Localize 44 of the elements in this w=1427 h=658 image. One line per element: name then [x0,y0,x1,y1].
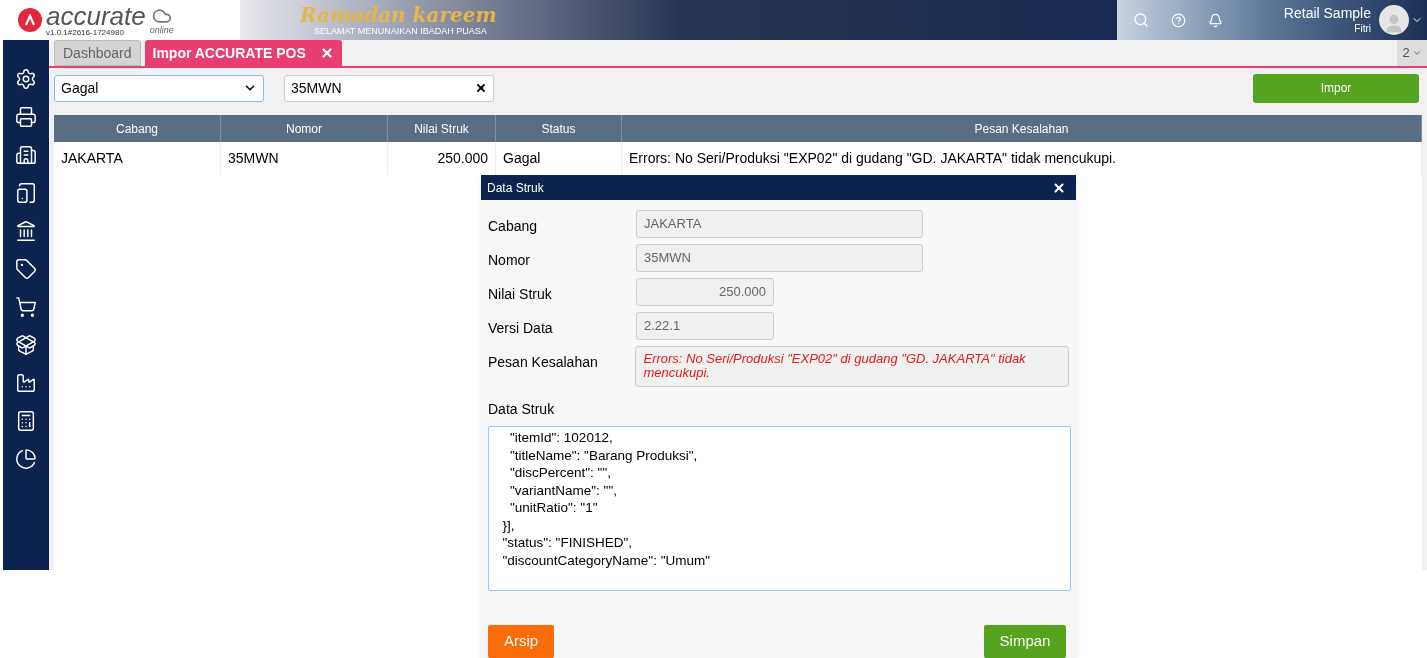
calculator-icon[interactable] [15,410,37,432]
field-label: Pesan Kesalahan [488,353,599,372]
data-textarea[interactable]: "itemId": 102012, "titleName": "Barang Produksi", "discPercent": "", "variantName": "", "unitRatio": "1" }], "status": "FINISHED", "discountCategoryName": "Umum" [488,426,1071,591]
banner-title: Ramadan kareem [300,4,497,25]
readonly-field[interactable]: 250.000 [636,278,774,306]
settings-icon[interactable] [15,68,37,90]
readonly-field[interactable]: 2.22.1 [636,312,774,340]
logo-text: accurate [46,3,146,29]
field-label: Nomor [488,251,531,270]
import-button[interactable]: Impor [1253,73,1419,103]
clear-icon[interactable] [475,82,487,94]
bank-icon[interactable] [15,220,37,242]
readonly-field[interactable]: 35MWN [636,244,923,272]
archive-button[interactable]: Arsip [488,625,554,658]
readonly-field[interactable]: Errors: No Seri/Produksi "EXP02" di gudang "GD. JAKARTA" tidak mencukupi. [635,346,1069,387]
field-label: Data Struk [488,400,556,419]
status-select[interactable]: Gagal [54,74,264,102]
cart-icon[interactable] [15,296,37,318]
version-text: v1.0.1#2616-1724980 [46,29,125,37]
price-tag-icon[interactable] [15,258,37,280]
user-name: Fitri [1354,22,1371,35]
close-icon[interactable] [1052,180,1066,195]
tablet-icon[interactable] [15,182,37,204]
tab-count-dropdown[interactable]: 2 [1397,40,1427,66]
factory-icon[interactable] [15,372,37,394]
building-icon[interactable] [15,144,37,166]
field-label: Nilai Struk [488,285,553,304]
close-tab-icon[interactable] [319,46,334,60]
save-button[interactable]: Simpan [984,625,1066,658]
chart-icon[interactable] [15,448,37,470]
search-field[interactable]: 35MWN [284,74,494,102]
tab[interactable]: Impor ACCURATE POS [144,40,342,66]
avatar[interactable] [1379,5,1409,35]
tab[interactable]: Dashboard [54,40,141,66]
dialog-title: Data Struk [487,179,544,197]
logo-subtitle: online [149,25,174,35]
notification-icon[interactable] [1208,12,1223,28]
banner-subtitle: SELAMAT MENUNAIKAN IBADAH PUASA [313,26,487,36]
logo-icon [18,8,42,32]
field-label: Versi Data [488,319,554,338]
company-name[interactable]: Retail Sample [1283,5,1371,23]
field-label: Cabang [488,217,539,236]
readonly-field[interactable]: JAKARTA [636,210,923,238]
chevron-down-icon [1411,48,1422,58]
